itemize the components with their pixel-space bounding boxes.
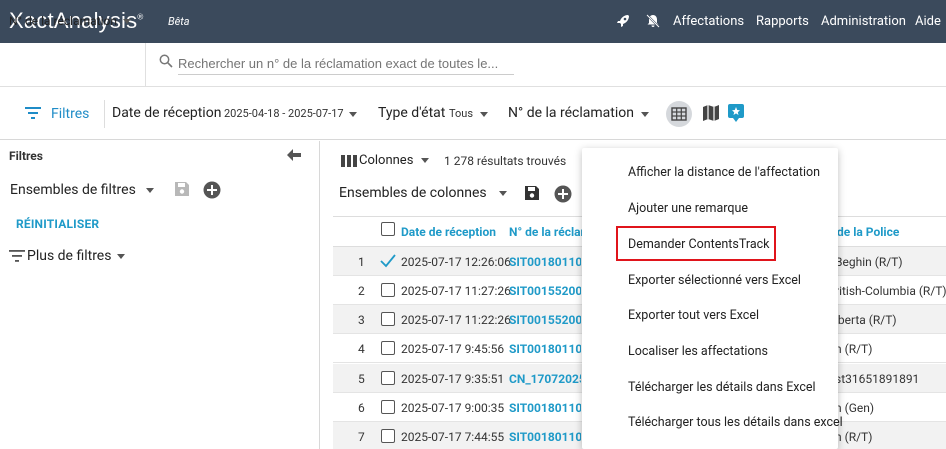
received-date: 2025-07-17 11:22:26 [401,313,511,327]
save-icon[interactable] [524,185,540,201]
pin-view-icon[interactable] [727,103,745,123]
row-checkbox[interactable] [381,429,395,443]
menu-item-show-distance[interactable]: Afficher la distance de l'affectation [628,165,820,180]
policy-holder: lberta (R/T) [835,313,897,327]
row-number: 5 [358,372,365,386]
reset-button[interactable]: RÉINITIALISER [16,217,99,231]
chevron-down-icon [498,190,507,196]
claim-filter-label[interactable]: N° de la réclamation [508,105,634,121]
results-count: 1 278 résultats trouvés [444,154,567,168]
menu-item-export-all[interactable]: Exporter tout vers Excel [628,308,759,323]
filters-panel-title: Filtres [9,149,43,163]
date-filter-label[interactable]: Date de réception [112,105,221,121]
received-date: 2025-07-17 9:45:56 [401,342,505,356]
chevron-down-icon [421,158,430,164]
grid-view-button[interactable] [666,101,692,127]
beta-label: Bêta [168,15,190,28]
grid-icon [671,107,687,121]
policy-holder: n (R/T) [835,430,873,444]
filter-sets-select[interactable]: Ensembles de filtres [10,182,154,198]
divider [104,100,105,128]
map-view-icon[interactable] [702,104,720,122]
filter-lines-icon[interactable] [9,250,25,262]
policy-holder: st31651891891 [835,372,920,386]
row-checkbox[interactable] [381,283,395,297]
policy-holder: n (R/T) [835,342,873,356]
received-date: 2025-07-17 12:26:06 [401,255,511,269]
received-date: 2025-07-17 11:27:26 [401,284,511,298]
search-type-select[interactable]: N° de la réclamation [9,14,131,28]
menu-item-download-details[interactable]: Télécharger les détails dans Excel [628,380,816,395]
claim-number-link[interactable]: SIT001801101 [509,401,581,415]
search-icon [159,54,173,68]
policy-holder: Beghin (R/T) [835,255,903,269]
date-filter-value[interactable]: 2025-04-18 - 2025-07-17 [224,107,344,120]
chevron-down-icon[interactable] [480,112,488,117]
add-icon[interactable] [203,181,221,199]
menu-item-add-note[interactable]: Ajouter une remarque [628,201,748,216]
claim-number-link[interactable]: SIT001801101 [509,430,581,444]
check-icon[interactable] [380,254,396,268]
status-filter-value[interactable]: Tous [449,107,473,120]
chevron-down-icon[interactable] [349,112,357,117]
claim-number-link[interactable]: CN_170720259 [509,372,581,386]
row-number: 2 [358,284,365,298]
chevron-down-icon[interactable] [641,112,649,117]
nav-administration[interactable]: Administration [821,14,906,29]
row-checkbox[interactable] [381,341,395,355]
columns-icon[interactable] [341,155,357,167]
menu-item-export-selected[interactable]: Exporter sélectionné vers Excel [628,273,801,288]
policy-holder: ritish-Columbia (R/T) [835,284,946,298]
column-sets-select[interactable]: Ensembles de colonnes [339,185,507,201]
search-input[interactable] [178,53,514,75]
nav-rapports[interactable]: Rapports [756,14,809,29]
filter-icon[interactable] [25,106,41,120]
col-header-date[interactable]: Date de réception [401,225,496,239]
row-checkbox[interactable] [381,400,395,414]
col-header-claim[interactable]: N° de la réclam [509,225,582,239]
row-number: 1 [358,255,365,269]
row-number: 7 [358,430,365,444]
highlight-box [616,226,776,261]
chevron-down-icon [145,187,154,193]
chevron-down-icon [122,19,131,25]
row-number: 4 [358,342,365,356]
nav-affectations[interactable]: Affectations [673,14,744,29]
claim-number-link[interactable]: SIT001801101 [509,255,581,269]
menu-item-download-all-details[interactable]: Télécharger tous les détails dans excel [628,415,843,430]
bell-off-icon[interactable] [645,13,661,29]
claim-number-link[interactable]: SIT001552001 [509,313,581,327]
rocket-icon[interactable] [615,13,631,29]
columns-button[interactable]: Colonnes [359,153,430,168]
claim-number-link[interactable]: SIT001801101 [509,342,581,356]
divider [145,43,146,87]
row-checkbox[interactable] [381,371,395,385]
received-date: 2025-07-17 9:35:51 [401,372,505,386]
actions-menu [582,148,838,449]
filters-toggle[interactable]: Filtres [51,106,89,122]
col-header-policy[interactable]: de la Police [837,225,899,239]
received-date: 2025-07-17 7:44:55 [401,430,505,444]
save-icon[interactable] [174,181,190,197]
more-filters-select[interactable]: Plus de filtres [27,248,126,264]
row-checkbox[interactable] [381,312,395,326]
status-filter-label[interactable]: Type d'état [378,105,445,121]
claim-number-link[interactable]: SIT001552001 [509,284,581,298]
row-number: 3 [358,313,365,327]
collapse-arrow-icon[interactable] [287,149,301,161]
received-date: 2025-07-17 9:00:35 [401,401,505,415]
row-number: 6 [358,401,365,415]
menu-item-locate-assignments[interactable]: Localiser les affectations [628,344,768,359]
nav-aide[interactable]: Aide [915,14,941,29]
chevron-down-icon [117,253,126,259]
policy-holder: n (Gen) [835,401,875,415]
add-icon[interactable] [554,185,572,203]
select-all-checkbox[interactable] [381,222,395,236]
